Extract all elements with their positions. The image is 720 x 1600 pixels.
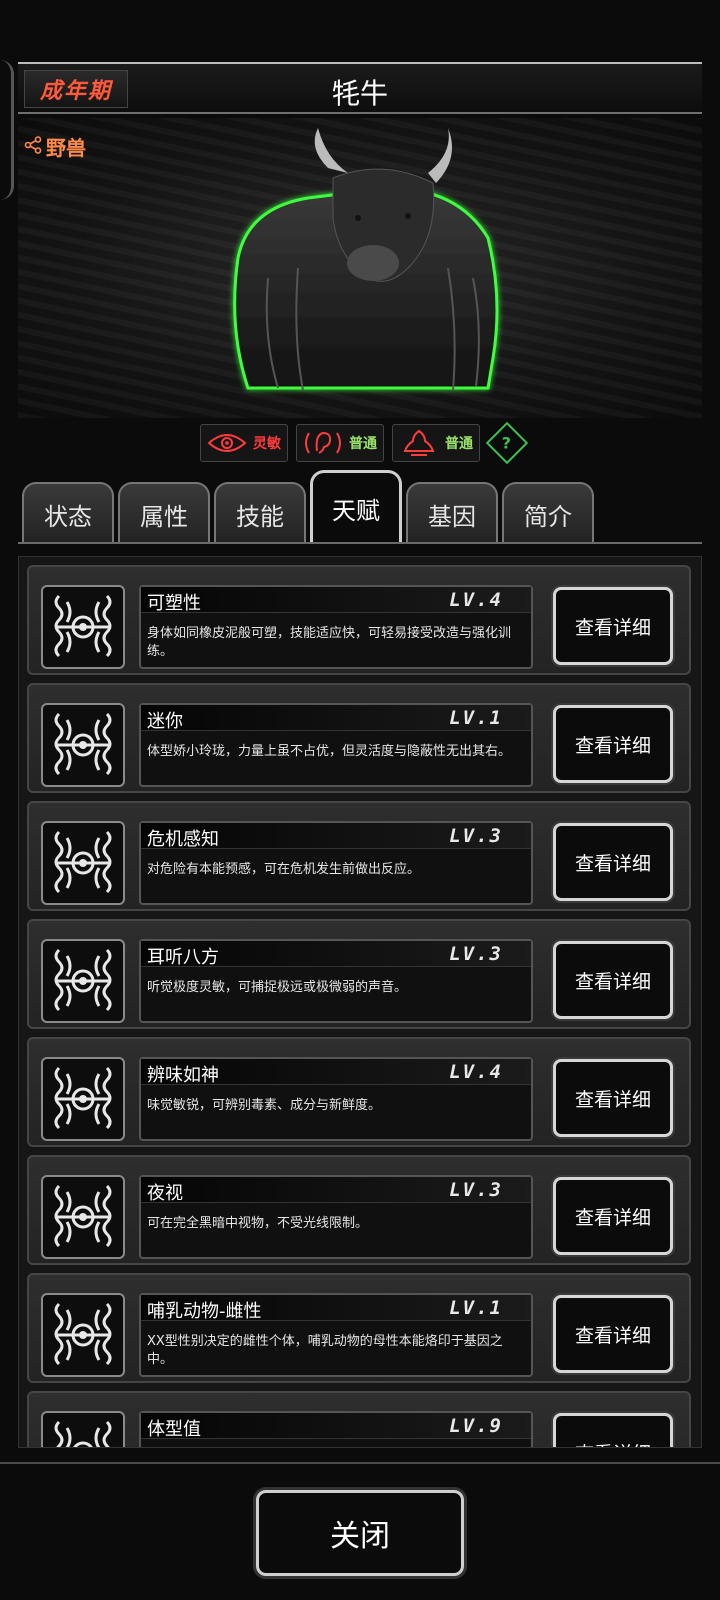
talent-row: 体型值 LV.9 查看详细 (27, 1391, 691, 1447)
talent-name: 危机感知 (147, 829, 219, 850)
talent-info: 可塑性 LV.4 身体如同橡皮泥般可塑，技能适应快，可轻易接受改造与强化训练。 (139, 585, 533, 669)
creature-type-label: 野兽 (46, 136, 86, 160)
talent-info: 体型值 LV.9 (139, 1411, 533, 1447)
talent-level: LV.1 (449, 1297, 503, 1319)
talent-level: LV.9 (449, 1415, 503, 1437)
creature-portrait: 野兽 (18, 118, 702, 418)
creature-type-tag[interactable]: 野兽 (24, 132, 86, 161)
talent-description: 身体如同橡皮泥般可塑，技能适应快，可轻易接受改造与强化训练。 (147, 626, 512, 659)
talent-level: LV.3 (449, 1179, 503, 1201)
yak-image (233, 128, 499, 391)
creature-name: 牦牛 (331, 77, 388, 110)
talent-name: 可塑性 (147, 593, 201, 614)
talent-info: 迷你 LV.1 体型娇小玲珑，力量上虽不占优，但灵活度与隐蔽性无出其右。 (139, 703, 533, 787)
view-details-button[interactable]: 查看详细 (553, 587, 673, 665)
talent-description: 听觉极度灵敏，可捕捉极远或极微弱的声音。 (147, 980, 408, 995)
senses-row: 灵敏 普通 普通 ? (200, 421, 529, 465)
tab-talents[interactable]: 天赋 (310, 470, 402, 544)
talent-info: 耳听八方 LV.3 听觉极度灵敏，可捕捉极远或极微弱的声音。 (139, 939, 533, 1023)
close-button[interactable]: 关闭 (256, 1490, 464, 1576)
talent-level: LV.1 (449, 707, 503, 729)
tab-intro[interactable]: 简介 (502, 482, 594, 544)
talent-description: 可在完全黑暗中视物，不受光线限制。 (147, 1216, 369, 1231)
talent-row: 耳听八方 LV.3 听觉极度灵敏，可捕捉极远或极微弱的声音。 查看详细 (27, 919, 691, 1029)
sense-smell[interactable]: 普通 (392, 424, 480, 462)
view-details-button[interactable]: 查看详细 (553, 941, 673, 1019)
nose-icon (399, 428, 439, 458)
talent-title-bar: 体型值 LV.9 (141, 1413, 531, 1440)
eye-icon (207, 428, 247, 458)
help-icon[interactable]: ? (485, 421, 529, 465)
footer-divider (0, 1462, 720, 1464)
talent-name: 哺乳动物-雌性 (147, 1301, 262, 1322)
view-details-button[interactable]: 查看详细 (553, 1059, 673, 1137)
talent-info: 危机感知 LV.3 对危险有本能预感，可在危机发生前做出反应。 (139, 821, 533, 905)
sense-hearing-level: 普通 (349, 436, 377, 452)
talent-emblem-icon (41, 585, 125, 669)
talent-row: 夜视 LV.3 可在完全黑暗中视物，不受光线限制。 查看详细 (27, 1155, 691, 1265)
header-bar: 成年期 牦牛 (18, 62, 702, 114)
left-edge-decoration (0, 60, 14, 200)
sense-sight-level: 灵敏 (253, 436, 281, 452)
tab-genes[interactable]: 基因 (406, 482, 498, 544)
talent-name: 体型值 (147, 1419, 201, 1440)
talent-title-bar: 哺乳动物-雌性 LV.1 (141, 1295, 531, 1322)
talent-row: 危机感知 LV.3 对危险有本能预感，可在危机发生前做出反应。 查看详细 (27, 801, 691, 911)
talent-name: 辨味如神 (147, 1065, 219, 1086)
talent-description: 味觉敏锐，可辨别毒素、成分与新鲜度。 (147, 1098, 382, 1113)
tab-divider (18, 542, 702, 544)
tab-status[interactable]: 状态 (22, 482, 114, 544)
talent-description: 对危险有本能预感，可在危机发生前做出反应。 (147, 862, 421, 877)
view-details-button[interactable]: 查看详细 (553, 1413, 673, 1447)
tab-skills[interactable]: 技能 (214, 482, 306, 544)
talent-row: 可塑性 LV.4 身体如同橡皮泥般可塑，技能适应快，可轻易接受改造与强化训练。 … (27, 565, 691, 675)
talent-list[interactable]: 可塑性 LV.4 身体如同橡皮泥般可塑，技能适应快，可轻易接受改造与强化训练。 … (18, 556, 702, 1448)
view-details-button[interactable]: 查看详细 (553, 705, 673, 783)
talent-title-bar: 可塑性 LV.4 (141, 587, 531, 614)
talent-level: LV.4 (449, 589, 503, 611)
talent-row: 哺乳动物-雌性 LV.1 XX型性别决定的雌性个体，哺乳动物的母性本能烙印于基因… (27, 1273, 691, 1383)
view-details-button[interactable]: 查看详细 (553, 823, 673, 901)
talent-description: XX型性别决定的雌性个体，哺乳动物的母性本能烙印于基因之中。 (147, 1334, 503, 1367)
talent-emblem-icon (41, 939, 125, 1023)
talent-emblem-icon (41, 1293, 125, 1377)
talent-name: 迷你 (147, 711, 183, 732)
talent-title-bar: 夜视 LV.3 (141, 1177, 531, 1204)
talent-name: 耳听八方 (147, 947, 219, 968)
tab-bar: 状态 属性 技能 天赋 基因 简介 (18, 470, 708, 544)
sense-hearing[interactable]: 普通 (296, 424, 384, 462)
talent-name: 夜视 (147, 1183, 183, 1204)
talent-level: LV.3 (449, 825, 503, 847)
talent-info: 辨味如神 LV.4 味觉敏锐，可辨别毒素、成分与新鲜度。 (139, 1057, 533, 1141)
talent-title-bar: 辨味如神 LV.4 (141, 1059, 531, 1086)
talent-title-bar: 危机感知 LV.3 (141, 823, 531, 850)
ear-icon (303, 428, 343, 458)
talent-row: 辨味如神 LV.4 味觉敏锐，可辨别毒素、成分与新鲜度。 查看详细 (27, 1037, 691, 1147)
sense-smell-level: 普通 (445, 436, 473, 452)
talent-description: 体型娇小玲珑，力量上虽不占优，但灵活度与隐蔽性无出其右。 (147, 744, 512, 759)
talent-emblem-icon (41, 1411, 125, 1447)
share-icon (24, 135, 42, 159)
sense-sight[interactable]: 灵敏 (200, 424, 288, 462)
tab-attributes[interactable]: 属性 (118, 482, 210, 544)
view-details-button[interactable]: 查看详细 (553, 1177, 673, 1255)
talent-emblem-icon (41, 821, 125, 905)
view-details-button[interactable]: 查看详细 (553, 1295, 673, 1373)
talent-emblem-icon (41, 1057, 125, 1141)
talent-info: 夜视 LV.3 可在完全黑暗中视物，不受光线限制。 (139, 1175, 533, 1259)
talent-emblem-icon (41, 703, 125, 787)
talent-row: 迷你 LV.1 体型娇小玲珑，力量上虽不占优，但灵活度与隐蔽性无出其右。 查看详… (27, 683, 691, 793)
talent-info: 哺乳动物-雌性 LV.1 XX型性别决定的雌性个体，哺乳动物的母性本能烙印于基因… (139, 1293, 533, 1377)
talent-emblem-icon (41, 1175, 125, 1259)
talent-title-bar: 迷你 LV.1 (141, 705, 531, 732)
talent-level: LV.4 (449, 1061, 503, 1083)
talent-level: LV.3 (449, 943, 503, 965)
talent-title-bar: 耳听八方 LV.3 (141, 941, 531, 968)
